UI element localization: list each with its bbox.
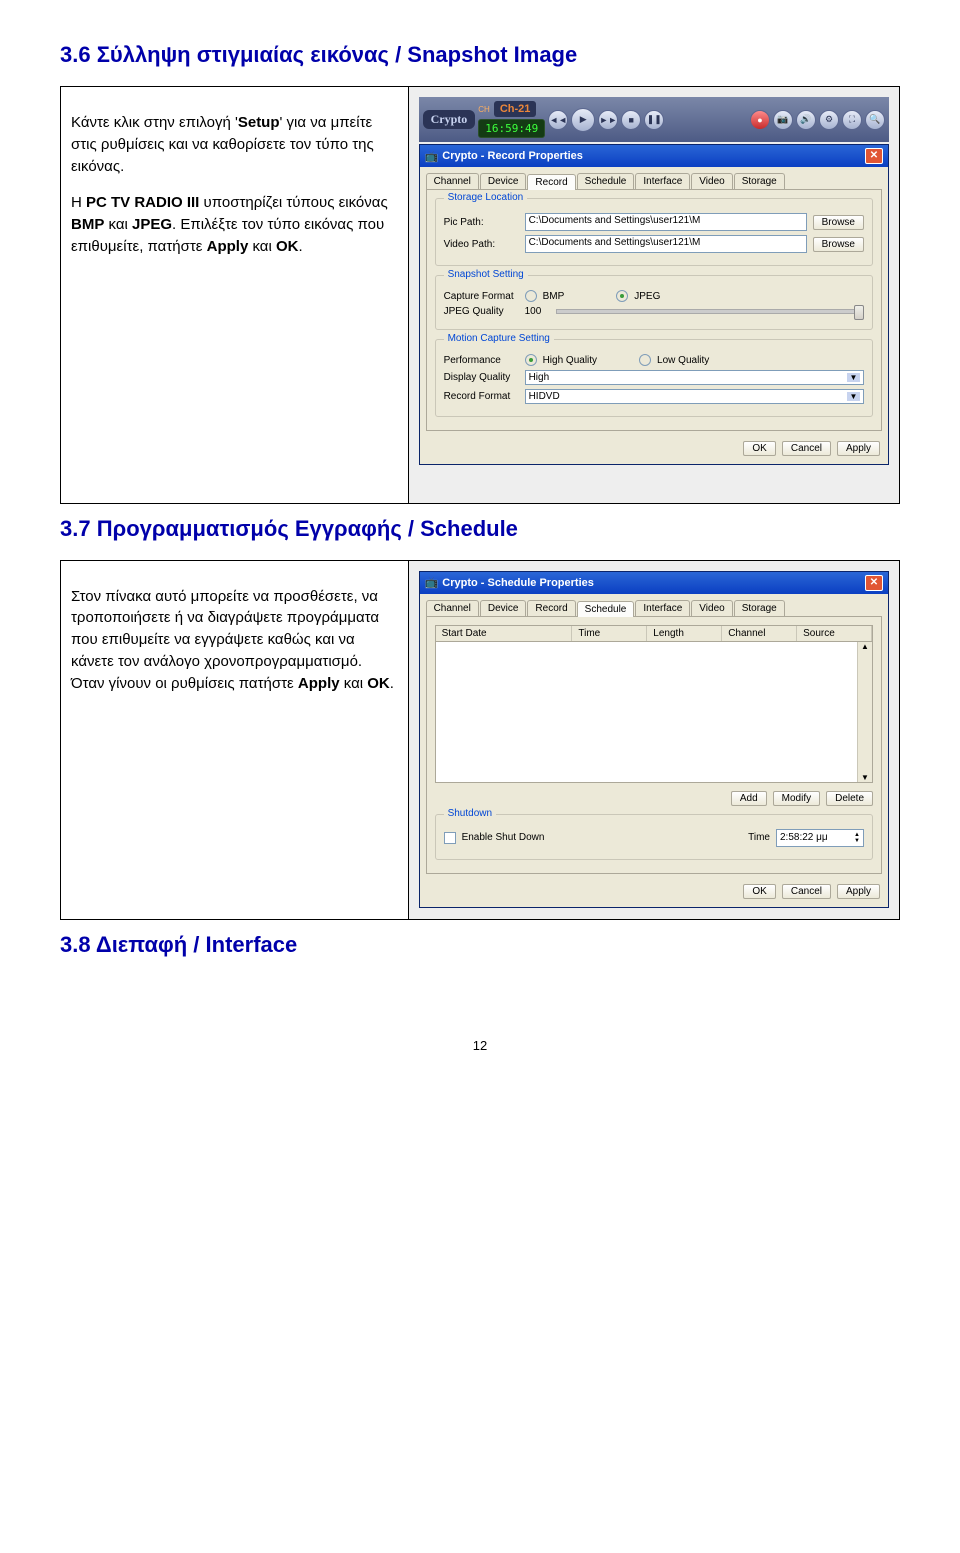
schedule-properties-dialog: 📺 Crypto - Schedule Properties ✕ Channel… [419, 571, 889, 908]
col-startdate[interactable]: Start Date [436, 626, 573, 641]
col-channel[interactable]: Channel [722, 626, 797, 641]
record-format-label: Record Format [444, 391, 519, 402]
motion-group-title: Motion Capture Setting [444, 333, 554, 344]
play-button[interactable]: ▶ [571, 108, 595, 132]
ok-button[interactable]: OK [743, 884, 775, 899]
delete-button[interactable]: Delete [826, 791, 873, 806]
dialog-title: Crypto - Schedule Properties [442, 577, 594, 589]
heading-3-7: 3.7 Προγραμματισμός Εγγραφής / Schedule [60, 516, 900, 542]
tab-channel[interactable]: Channel [426, 173, 479, 189]
pic-path-input[interactable]: C:\Documents and Settings\user121\M [525, 213, 807, 231]
col-time[interactable]: Time [572, 626, 647, 641]
browse-video-button[interactable]: Browse [813, 237, 864, 252]
shutdown-time-input[interactable]: 2:58:22 μμ ▲▼ [776, 829, 864, 847]
media-player-bar: Crypto CH Ch-21 16:59:49 ◄◄ ▶ ►► ■ ❚❚ ● [419, 97, 889, 142]
dialog-tabs: Channel Device Record Schedule Interface… [420, 594, 888, 616]
chevron-down-icon: ▼ [847, 392, 860, 401]
enable-shutdown-checkbox[interactable] [444, 832, 456, 844]
fullscreen-button[interactable]: ⛶ [842, 110, 862, 130]
snapshot-group-title: Snapshot Setting [444, 269, 528, 280]
volume-button[interactable]: 🔊 [796, 110, 816, 130]
lowq-radio-label: Low Quality [657, 355, 709, 366]
bmp-radio[interactable] [525, 290, 537, 302]
brand-logo: Crypto [423, 110, 476, 129]
tv-icon: 📺 [425, 150, 439, 163]
schedule-header: Start Date Time Length Channel Source [435, 625, 873, 642]
display-quality-select[interactable]: High▼ [525, 370, 864, 385]
tab-device[interactable]: Device [480, 600, 527, 616]
record-format-select[interactable]: HIDVD▼ [525, 389, 864, 404]
tab-storage[interactable]: Storage [734, 600, 785, 616]
video-path-label: Video Path: [444, 239, 519, 250]
heading-3-8: 3.8 Διεπαφή / Interface [60, 932, 900, 958]
close-icon[interactable]: ✕ [865, 148, 883, 164]
next-button[interactable]: ►► [598, 110, 618, 130]
dialog-tabs: Channel Device Record Schedule Interface… [420, 167, 888, 189]
dialog-title: Crypto - Record Properties [442, 150, 583, 162]
bmp-radio-label: BMP [543, 291, 565, 302]
search-button[interactable]: 🔍 [865, 110, 885, 130]
video-path-input[interactable]: C:\Documents and Settings\user121\M [525, 235, 807, 253]
jpeg-quality-slider[interactable] [556, 309, 864, 314]
tab-channel[interactable]: Channel [426, 600, 479, 616]
para-3-6-1: Κάντε κλικ στην επιλογή 'Setup' για να μ… [71, 112, 398, 177]
storage-group-title: Storage Location [444, 192, 528, 203]
cancel-button[interactable]: Cancel [782, 884, 831, 899]
tab-storage[interactable]: Storage [734, 173, 785, 189]
para-3-7-1: Στον πίνακα αυτό μπορείτε να προσθέσετε,… [71, 586, 398, 695]
enable-shutdown-label: Enable Shut Down [462, 832, 545, 843]
prev-button[interactable]: ◄◄ [548, 110, 568, 130]
jpeg-quality-label: JPEG Quality [444, 306, 519, 317]
channel-badge: Ch-21 [494, 101, 537, 117]
modify-button[interactable]: Modify [773, 791, 820, 806]
heading-3-6: 3.6 Σύλληψη στιγμιαίας εικόνας / Snapsho… [60, 42, 900, 68]
tab-schedule[interactable]: Schedule [577, 173, 635, 189]
channel-label: CH [478, 105, 490, 114]
tab-interface[interactable]: Interface [635, 600, 690, 616]
stop-button[interactable]: ■ [621, 110, 641, 130]
scrollbar[interactable]: ▲▼ [857, 642, 872, 782]
clock-display: 16:59:49 [478, 119, 545, 138]
chevron-down-icon: ▼ [847, 373, 860, 382]
browse-pic-button[interactable]: Browse [813, 215, 864, 230]
record-properties-dialog: 📺 Crypto - Record Properties ✕ Channel D… [419, 144, 889, 465]
tab-record[interactable]: Record [527, 174, 575, 190]
close-icon[interactable]: ✕ [865, 575, 883, 591]
tab-video[interactable]: Video [691, 600, 732, 616]
ok-button[interactable]: OK [743, 441, 775, 456]
pic-path-label: Pic Path: [444, 217, 519, 228]
record-button[interactable]: ● [750, 110, 770, 130]
para-3-6-2: Η PC TV RADIO III υποστηρίζει τύπους εικ… [71, 192, 398, 257]
highq-radio-label: High Quality [543, 355, 597, 366]
jpeg-radio[interactable] [616, 290, 628, 302]
shutdown-group-title: Shutdown [444, 808, 496, 819]
tab-interface[interactable]: Interface [635, 173, 690, 189]
tab-device[interactable]: Device [480, 173, 527, 189]
col-source[interactable]: Source [797, 626, 872, 641]
capture-format-label: Capture Format [444, 291, 519, 302]
schedule-list[interactable]: ▲▼ [435, 642, 873, 783]
col-length[interactable]: Length [647, 626, 722, 641]
pause-button[interactable]: ❚❚ [644, 110, 664, 130]
performance-label: Performance [444, 355, 519, 366]
add-button[interactable]: Add [731, 791, 767, 806]
setup-button[interactable]: ⚙ [819, 110, 839, 130]
highq-radio[interactable] [525, 354, 537, 366]
time-label: Time [748, 832, 770, 843]
spinner-down-icon[interactable]: ▼ [854, 838, 860, 844]
snapshot-button[interactable]: 📷 [773, 110, 793, 130]
jpeg-radio-label: JPEG [634, 291, 660, 302]
cancel-button[interactable]: Cancel [782, 441, 831, 456]
display-quality-label: Display Quality [444, 372, 519, 383]
page-number: 12 [60, 1038, 900, 1053]
tab-schedule[interactable]: Schedule [577, 601, 635, 617]
jpeg-quality-value: 100 [525, 306, 550, 317]
tv-icon: 📺 [425, 576, 439, 589]
tab-record[interactable]: Record [527, 600, 575, 616]
apply-button[interactable]: Apply [837, 884, 880, 899]
lowq-radio[interactable] [639, 354, 651, 366]
tab-video[interactable]: Video [691, 173, 732, 189]
apply-button[interactable]: Apply [837, 441, 880, 456]
